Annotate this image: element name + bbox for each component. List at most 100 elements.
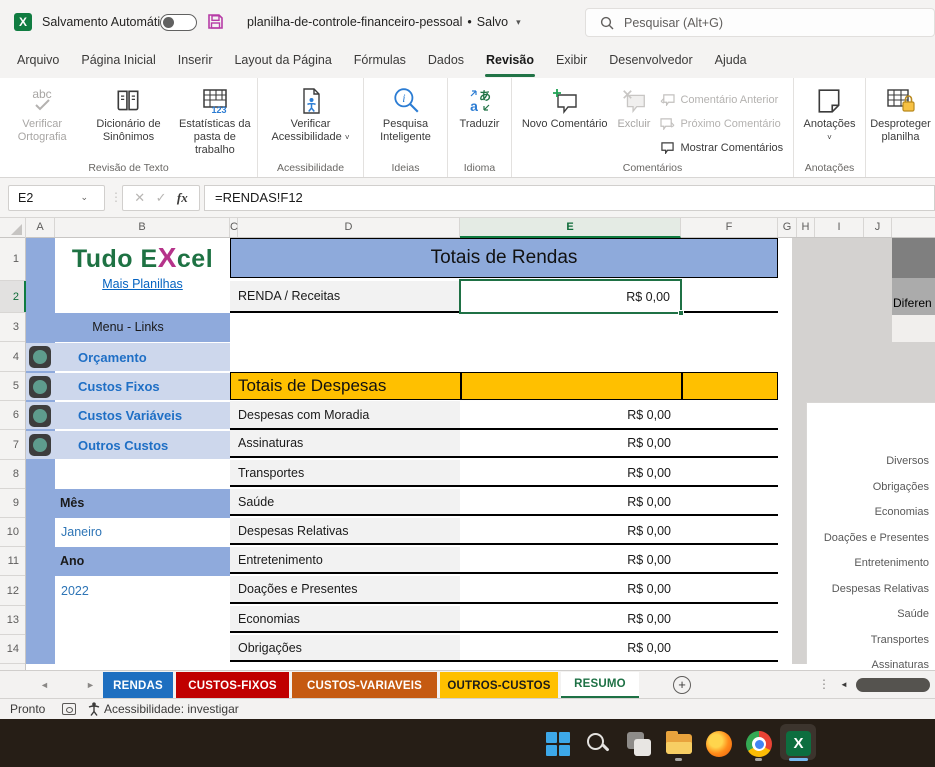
row-header-6[interactable]: 6 <box>0 401 25 430</box>
row-header-8[interactable]: 8 <box>0 460 25 489</box>
col-header-c[interactable]: C <box>230 218 238 237</box>
insert-function-icon[interactable]: fx <box>177 190 188 206</box>
sheet-tab-resumo[interactable]: RESUMO <box>561 672 639 699</box>
table-row[interactable]: Despesas RelativasR$ 0,00 <box>230 518 778 545</box>
round-button-icon[interactable] <box>29 376 51 398</box>
windows-start-icon[interactable] <box>546 731 572 757</box>
col-header-b[interactable]: B <box>55 218 230 237</box>
check-accessibility-button[interactable]: Verificar Acessibilidade ˅ <box>263 83 359 146</box>
month-value-cell[interactable]: Janeiro <box>55 518 230 547</box>
table-row[interactable]: TransportesR$ 0,00 <box>230 460 778 487</box>
row-header-13[interactable]: 13 <box>0 606 25 635</box>
table-row[interactable]: EntretenimentoR$ 0,00 <box>230 547 778 574</box>
autosave-toggle[interactable] <box>160 14 197 31</box>
round-button-icon[interactable] <box>29 434 51 456</box>
year-label-cell[interactable]: Ano <box>26 547 230 576</box>
table-row[interactable]: Doações e PresentesR$ 0,00 <box>230 576 778 604</box>
notes-button[interactable]: Anotações˅ <box>800 83 860 146</box>
chrome-icon[interactable] <box>746 731 772 757</box>
row-header-9[interactable]: 9 <box>0 489 25 518</box>
tab-exibir[interactable]: Exibir <box>545 44 598 78</box>
month-label-cell[interactable]: Mês <box>26 489 230 518</box>
unprotect-sheet-button[interactable]: Desproteger planilha <box>866 83 935 146</box>
table-row[interactable]: SaúdeR$ 0,00 <box>230 489 778 516</box>
document-title[interactable]: planilha-de-controle-financeiro-pessoal … <box>247 0 521 44</box>
horizontal-scrollbar-thumb[interactable] <box>856 678 930 692</box>
sheet-nav-right-icon[interactable]: ► <box>86 680 95 690</box>
mais-planilhas-link[interactable]: Mais Planilhas <box>55 277 230 291</box>
tab-pagina-inicial[interactable]: Página Inicial <box>70 44 166 78</box>
formula-input[interactable]: =RENDAS!F12 <box>204 185 935 211</box>
sheet-tab-custos-variaveis[interactable]: CUSTOS-VARIAVEIS <box>292 672 437 699</box>
task-view-icon[interactable] <box>626 731 652 757</box>
firefox-icon[interactable] <box>706 731 732 757</box>
col-header-e[interactable]: E <box>460 218 681 238</box>
sidebar-item-orcamento[interactable]: Orçamento <box>26 343 230 371</box>
workbook-statistics-button[interactable]: 123 Estatísticas da pasta de trabalho <box>173 83 257 159</box>
table-row[interactable]: AssinaturasR$ 0,00 <box>230 430 778 458</box>
row-header-11[interactable]: 11 <box>0 547 25 576</box>
col-header-i[interactable]: I <box>815 218 864 237</box>
tab-formulas[interactable]: Fórmulas <box>343 44 417 78</box>
col-header-h[interactable]: H <box>797 218 815 237</box>
col-header-d[interactable]: D <box>238 218 460 237</box>
row-header-14[interactable]: 14 <box>0 635 25 664</box>
excel-taskbar-icon[interactable]: X <box>786 731 811 756</box>
tab-dados[interactable]: Dados <box>417 44 475 78</box>
new-comment-button[interactable]: Novo Comentário <box>518 83 612 133</box>
sidebar-item-custos-variaveis[interactable]: Custos Variáveis <box>26 402 230 429</box>
col-header-g[interactable]: G <box>778 218 797 237</box>
col-header-a[interactable]: A <box>26 218 55 237</box>
tab-arquivo[interactable]: Arquivo <box>6 44 70 78</box>
new-sheet-button[interactable]: + <box>673 676 691 694</box>
fill-handle[interactable] <box>678 310 684 316</box>
smart-lookup-button[interactable]: i Pesquisa Inteligente <box>364 83 447 146</box>
thesaurus-button[interactable]: Dicionário de Sinônimos <box>86 83 170 146</box>
tab-desenvolvedor[interactable]: Desenvolvedor <box>598 44 703 78</box>
round-button-icon[interactable] <box>29 346 51 368</box>
year-value-cell[interactable]: 2022 <box>55 576 230 606</box>
table-row[interactable]: Despesas com MoradiaR$ 0,00 <box>230 401 778 430</box>
enter-icon[interactable]: ✓ <box>156 190 167 206</box>
search-input[interactable]: Pesquisar (Alt+G) <box>585 8 935 37</box>
select-all-corner[interactable] <box>0 218 26 238</box>
sheet-tab-custos-fixos[interactable]: CUSTOS-FIXOS <box>176 672 289 699</box>
more-options-icon[interactable]: ⋮ <box>818 677 830 691</box>
row-header-2[interactable]: 2 <box>0 281 25 313</box>
row-header-4[interactable]: 4 <box>0 342 25 372</box>
table-row[interactable]: ObrigaçõesR$ 0,00 <box>230 635 778 662</box>
row-header-7[interactable]: 7 <box>0 430 25 460</box>
row-header-5[interactable]: 5 <box>0 372 25 401</box>
row-header-10[interactable]: 10 <box>0 518 25 547</box>
toggle-knob <box>163 17 174 28</box>
col-header-j[interactable]: J <box>864 218 892 237</box>
cancel-icon[interactable]: ✕ <box>134 190 145 206</box>
taskbar-search-icon[interactable] <box>587 731 613 757</box>
sheet-nav-left-icon[interactable]: ◄ <box>40 680 49 690</box>
scrollbar-left-arrow-icon[interactable]: ◄ <box>840 680 848 689</box>
sidebar-item-outros-custos[interactable]: Outros Custos <box>26 431 230 459</box>
round-button-icon[interactable] <box>29 405 51 427</box>
tab-ajuda[interactable]: Ajuda <box>704 44 758 78</box>
tab-revisao[interactable]: Revisão <box>475 44 545 78</box>
translate-button[interactable]: あa Traduzir <box>456 83 504 133</box>
table-row[interactable]: EconomiasR$ 0,00 <box>230 606 778 633</box>
row-header-3[interactable]: 3 <box>0 313 25 342</box>
show-comments-button[interactable]: Mostrar Comentários <box>656 137 787 158</box>
accessibility-status[interactable]: Acessibilidade: investigar <box>104 699 239 719</box>
tab-layout-da-pagina[interactable]: Layout da Página <box>223 44 342 78</box>
save-icon[interactable] <box>206 12 225 36</box>
name-box-caret[interactable]: ⌄ <box>86 185 95 211</box>
sheet-tab-outros-custos[interactable]: OUTROS-CUSTOS <box>440 672 558 699</box>
row-header-1[interactable]: 1 <box>0 238 25 281</box>
rendas-row-label[interactable]: RENDA / Receitas <box>230 281 460 311</box>
col-header-f[interactable]: F <box>681 218 778 237</box>
file-explorer-icon[interactable] <box>666 731 692 757</box>
row-header-12[interactable]: 12 <box>0 576 25 606</box>
sidebar-item-custos-fixos[interactable]: Custos Fixos <box>26 373 230 400</box>
tab-inserir[interactable]: Inserir <box>167 44 224 78</box>
display-settings-icon[interactable] <box>62 703 76 715</box>
accessibility-icon[interactable] <box>88 702 100 719</box>
active-cell-e2[interactable]: R$ 0,00 <box>459 279 682 314</box>
sheet-tab-rendas[interactable]: RENDAS <box>103 672 173 699</box>
